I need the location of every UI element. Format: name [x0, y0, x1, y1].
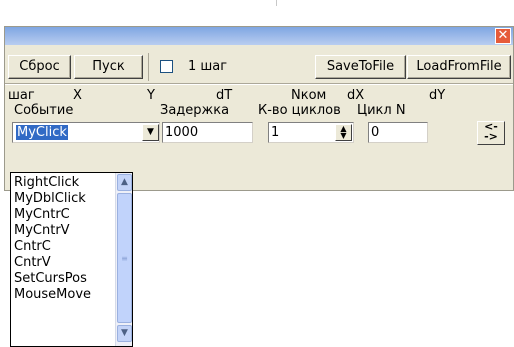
- header-dt: dT: [216, 88, 233, 103]
- list-item[interactable]: MouseMove: [14, 287, 91, 302]
- load-from-file-button[interactable]: LoadFromFile: [407, 55, 511, 79]
- list-item[interactable]: SetCursPos: [14, 271, 87, 286]
- header-dy: dY: [429, 88, 446, 103]
- reset-button[interactable]: Сброс: [8, 55, 71, 79]
- header-dx: dX: [347, 88, 365, 103]
- delay-field[interactable]: 1000: [162, 122, 253, 143]
- list-item[interactable]: MyCntrV: [14, 223, 70, 238]
- header-cycles: К-во циклов: [258, 103, 341, 118]
- list-item[interactable]: CntrC: [14, 239, 51, 254]
- cycle-n-field[interactable]: 0: [368, 122, 428, 143]
- header-ncom: Nком: [291, 88, 327, 103]
- step-checkbox-label: 1 шаг: [188, 59, 228, 74]
- step-checkbox[interactable]: [160, 60, 173, 73]
- header-delay: Задержка: [160, 103, 230, 118]
- spin-updown-icon[interactable]: ▲ ▼: [335, 124, 352, 141]
- header-event: Событие: [14, 103, 74, 118]
- toolbar-divider: [148, 53, 149, 81]
- chevron-down-icon[interactable]: ▼: [142, 124, 159, 141]
- header-step: шаг: [8, 88, 35, 103]
- list-item[interactable]: CntrV: [14, 255, 51, 270]
- header-cycle-n: Цикл N: [357, 103, 406, 118]
- cycles-stepper[interactable]: 1 ▲ ▼: [268, 122, 354, 143]
- header-x: X: [73, 88, 82, 103]
- event-dropdown-list[interactable]: RightClick MyDblClick MyCntrC MyCntrV Cn…: [10, 172, 133, 347]
- close-icon[interactable]: ✕: [495, 28, 511, 44]
- header-y: Y: [147, 88, 155, 103]
- event-combobox-value: MyClick: [16, 125, 68, 140]
- cycles-stepper-value: 1: [271, 125, 280, 140]
- toolbar-separator-highlight: [5, 84, 513, 85]
- event-combobox[interactable]: MyClick ▼: [12, 122, 160, 143]
- arrow-right-label: ->: [484, 130, 498, 143]
- prev-next-arrows-button[interactable]: <- ->: [477, 121, 505, 145]
- app-window: ✕ Сброс Пуск 1 шаг SaveToFile LoadFromFi…: [4, 26, 514, 191]
- list-item[interactable]: MyCntrC: [14, 207, 70, 222]
- chevron-up-icon[interactable]: ▲: [117, 174, 132, 191]
- top-separator: [276, 0, 277, 6]
- scrollbar-thumb[interactable]: ≡: [117, 193, 132, 323]
- dropdown-scrollbar[interactable]: ▲ ≡ ▼: [115, 173, 132, 346]
- chevron-down-icon[interactable]: ▼: [117, 325, 132, 342]
- start-button[interactable]: Пуск: [74, 55, 143, 79]
- list-item[interactable]: RightClick: [14, 175, 79, 190]
- list-item[interactable]: MyDblClick: [14, 191, 86, 206]
- save-to-file-button[interactable]: SaveToFile: [315, 55, 406, 79]
- title-bar[interactable]: ✕: [5, 27, 513, 45]
